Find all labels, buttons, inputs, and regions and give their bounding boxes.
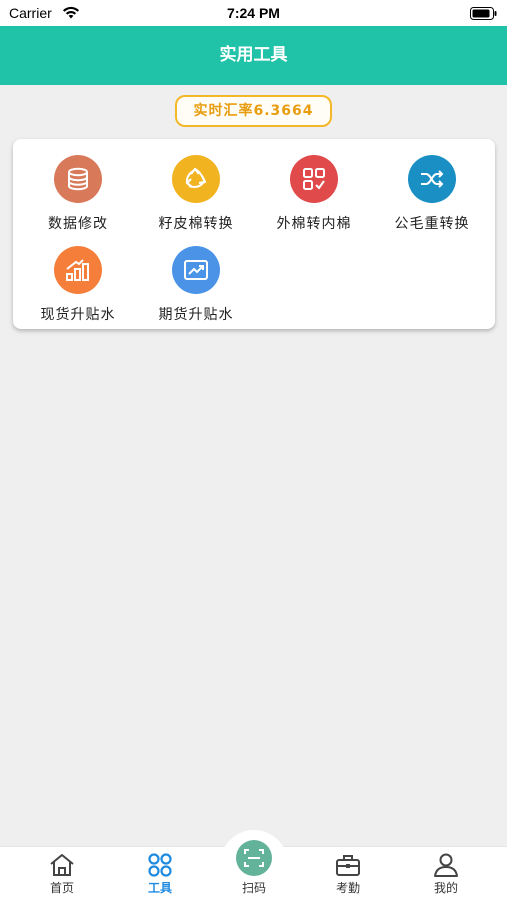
tool-data-edit[interactable]: 数据修改 <box>19 155 137 235</box>
tab-label: 首页 <box>49 881 74 895</box>
tab-label: 考勤 <box>335 881 360 895</box>
tool-label: 籽皮棉转换 <box>158 216 234 232</box>
qr-grid-icon <box>290 155 338 203</box>
tool-label: 公毛重转换 <box>394 216 470 232</box>
tool-label: 现货升贴水 <box>40 307 116 323</box>
tab-profile[interactable]: 我的 <box>406 846 486 900</box>
tool-label: 期货升贴水 <box>158 307 234 323</box>
exchange-rate-badge[interactable]: 实时汇率6.3664 <box>175 95 332 127</box>
shuffle-icon <box>408 155 456 203</box>
tab-tools[interactable]: 工具 <box>120 846 200 900</box>
tab-label: 我的 <box>433 881 458 895</box>
tab-home[interactable]: 首页 <box>22 846 102 900</box>
user-icon <box>432 852 460 878</box>
tool-gross-weight-convert[interactable]: 公毛重转换 <box>373 155 491 235</box>
tool-foreign-domestic-convert[interactable]: 外棉转内棉 <box>255 155 373 235</box>
tab-scan[interactable]: 扫码 <box>214 846 294 900</box>
tool-label: 数据修改 <box>48 216 108 232</box>
tool-seed-lint-convert[interactable]: 籽皮棉转换 <box>137 155 255 235</box>
exchange-rate-label: 实时汇率6.3664 <box>193 103 314 119</box>
bar-growth-icon <box>54 246 102 294</box>
tab-label: 扫码 <box>241 881 266 895</box>
tools-card: 数据修改 籽皮棉转换 外棉转内棉 公毛重转换 现货升贴水 期货升贴水 <box>13 139 495 329</box>
tool-label: 外棉转内棉 <box>276 216 352 232</box>
tool-futures-basis[interactable]: 期货升贴水 <box>137 246 255 326</box>
nav-bar: 实用工具 <box>0 26 507 85</box>
status-bar: Carrier 7:24 PM <box>0 0 507 26</box>
briefcase-icon <box>334 852 362 878</box>
recycle-icon <box>172 155 220 203</box>
grid-icon <box>146 852 174 878</box>
page-title: 实用工具 <box>219 45 288 65</box>
tab-attendance[interactable]: 考勤 <box>308 846 388 900</box>
battery-icon <box>470 7 497 23</box>
trend-chart-icon <box>172 246 220 294</box>
clock-label: 7:24 PM <box>227 5 280 21</box>
database-icon <box>54 155 102 203</box>
tool-spot-basis[interactable]: 现货升贴水 <box>19 246 137 326</box>
tab-label: 工具 <box>147 881 172 895</box>
home-icon <box>48 852 76 878</box>
